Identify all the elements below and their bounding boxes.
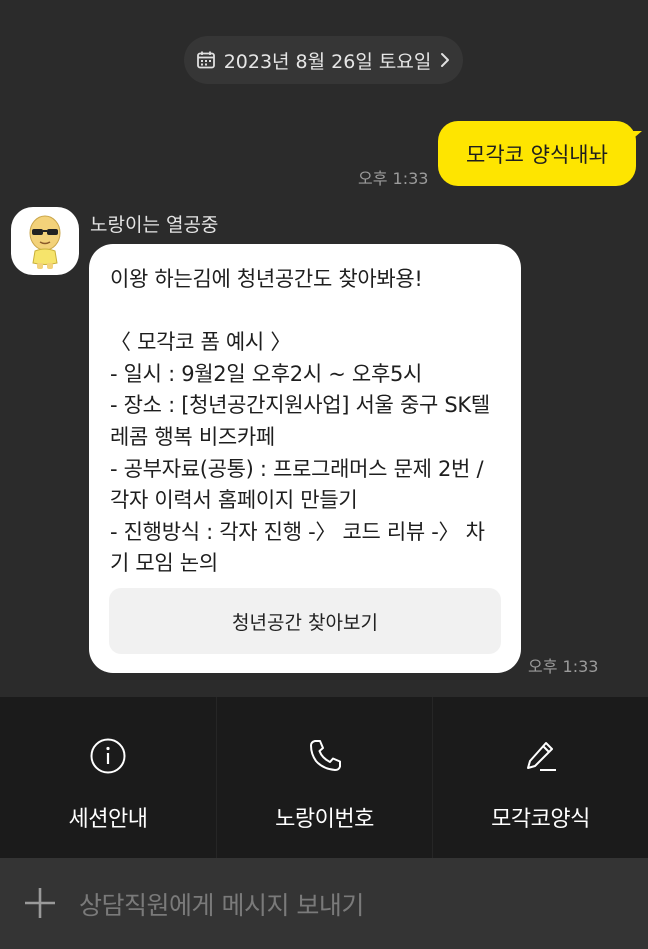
my-message-time: 오후 1:33 [358,169,429,188]
plus-icon[interactable] [22,885,58,925]
date-pill[interactable]: 2023년 8월 26일 토요일 [184,36,463,84]
my-message-bubble[interactable]: 모각코 양식내놔 [438,121,642,186]
bot-message-bubble: 이왕 하는김에 청년공간도 찾아봐용! 〈 모각코 폼 예시 〉 - 일시 : … [89,244,521,673]
message-input-bar: 상담직원에게 메시지 보내기 [0,858,648,949]
chevron-right-icon [439,51,451,69]
my-message-text: 모각코 양식내놔 [466,142,608,167]
message-input[interactable]: 상담직원에게 메시지 보내기 [79,886,364,922]
menu-label-phone: 노랑이번호 [275,807,374,832]
quick-menu: 세션안내 노랑이번호 모각코양식 [0,697,648,858]
find-youth-space-button[interactable]: 청년공간 찾아보기 [109,588,501,654]
phone-icon [306,737,344,779]
calendar-icon [196,50,216,70]
bot-message-time: 오후 1:33 [528,657,599,676]
pencil-icon [522,737,560,779]
avatar[interactable] [11,207,79,275]
menu-item-phone[interactable]: 노랑이번호 [216,697,432,858]
sender-name: 노랑이는 열공중 [90,214,219,236]
bot-message-text: 이왕 하는김에 청년공간도 찾아봐용! 〈 모각코 폼 예시 〉 - 일시 : … [110,267,490,576]
date-text: 2023년 8월 26일 토요일 [223,50,432,73]
menu-item-session-info[interactable]: 세션안내 [0,697,216,858]
menu-label-mogakco-form: 모각코양식 [491,807,590,832]
info-icon [89,737,127,779]
menu-item-mogakco-form[interactable]: 모각코양식 [432,697,648,858]
chat-area: 2023년 8월 26일 토요일 오후 1:33 모각코 양식내놔 노랑이는 열… [0,0,648,697]
avatar-character-icon [29,215,61,269]
menu-label-session-info: 세션안내 [68,807,148,832]
